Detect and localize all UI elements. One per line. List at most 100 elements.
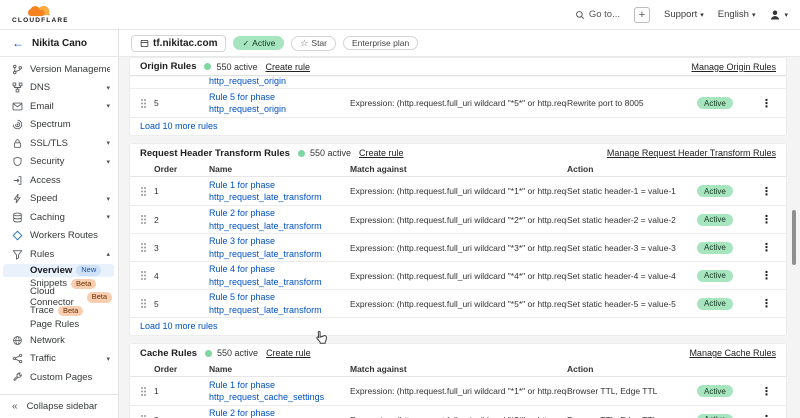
section-title: Cache Rules (140, 348, 197, 359)
kebab-menu-icon[interactable]: ⋮ (761, 385, 772, 398)
rule-order: 3 (154, 243, 209, 253)
kebab-menu-icon[interactable]: ⋮ (761, 97, 772, 110)
sidebar-item-label: Rules (30, 249, 99, 260)
sidebar-subitem-label: Overview (30, 265, 72, 276)
sidebar-item-label: Email (30, 101, 99, 112)
drag-handle-icon[interactable] (141, 243, 146, 252)
page-scrollbar[interactable] (792, 210, 796, 265)
add-button[interactable]: + (634, 7, 650, 23)
kebab-menu-icon[interactable]: ⋮ (761, 185, 772, 198)
drag-handle-icon[interactable] (141, 215, 146, 224)
origin-rules-section: Origin Rules 550 active Create rule Mana… (129, 57, 787, 136)
sidebar-item-dns[interactable]: DNS ▾ (0, 79, 118, 98)
chevron-down-icon: ▾ (784, 11, 788, 19)
kebab-menu-icon[interactable]: ⋮ (761, 213, 772, 226)
manage-origin-rules-link[interactable]: Manage Origin Rules (691, 62, 776, 72)
rule-name-link[interactable]: Rule 5 for phase http_request_late_trans… (209, 291, 350, 315)
support-menu[interactable]: Support ▾ (664, 9, 704, 20)
sidebar-item-security[interactable]: Security ▾ (0, 153, 118, 172)
star-button[interactable]: ☆ Star (291, 36, 336, 51)
sidebar-item-trace[interactable]: Trace Beta (0, 304, 118, 318)
rule-match: Expression: (http.request.full_uri wildc… (350, 386, 567, 396)
language-menu[interactable]: English ▾ (718, 9, 756, 20)
rule-action: Set static header-4 = value-4 (567, 271, 697, 281)
cloudflare-logo[interactable]: CLOUDFLARE (12, 5, 69, 25)
status-badge: Active (697, 385, 733, 397)
collapse-sidebar-button[interactable]: « Collapse sidebar (0, 394, 118, 418)
drag-handle-icon[interactable] (141, 271, 146, 280)
rule-name-line: Rule 3 for phase (209, 235, 350, 247)
wrench-icon (12, 372, 23, 383)
sidebar-item-label: Access (30, 175, 110, 186)
rule-name-link[interactable]: http_request_origin (209, 76, 286, 87)
rule-name-link[interactable]: Rule 5 for phase http_request_origin (209, 91, 350, 115)
sidebar: Version Management DNS ▾ Email ▾ Spectru… (0, 57, 119, 418)
sidebar-item-traffic[interactable]: Traffic ▾ (0, 350, 118, 369)
sidebar-item-email[interactable]: Email ▾ (0, 97, 118, 116)
rule-name-line: http_request_cache_settings (209, 391, 350, 403)
rule-order: 5 (154, 299, 209, 309)
kebab-menu-icon[interactable]: ⋮ (761, 297, 772, 310)
user-icon (769, 9, 781, 21)
sidebar-item-page-rules[interactable]: Page Rules (0, 318, 118, 332)
drag-handle-icon[interactable] (141, 187, 146, 196)
sidebar-subitem-label: Page Rules (30, 319, 79, 330)
drag-handle-icon[interactable] (141, 99, 146, 108)
spectrum-icon (12, 119, 23, 130)
sidebar-item-label: Security (30, 156, 99, 167)
create-rule-link[interactable]: Create rule (266, 62, 311, 72)
create-rule-link[interactable]: Create rule (359, 148, 404, 158)
active-dot-icon (298, 150, 305, 157)
create-rule-link[interactable]: Create rule (266, 348, 311, 358)
table-column-headers: Order Name Match against Action (130, 162, 786, 177)
kebab-menu-icon[interactable]: ⋮ (761, 241, 772, 254)
rule-match: Expression: (http.request.full_uri wildc… (350, 98, 567, 108)
rule-name-link[interactable]: Rule 3 for phase http_request_late_trans… (209, 235, 350, 259)
sidebar-item-version-management[interactable]: Version Management (0, 60, 118, 79)
table-row: 1 Rule 1 for phase http_request_late_tra… (130, 177, 786, 205)
kebab-menu-icon[interactable]: ⋮ (761, 269, 772, 282)
back-arrow-icon[interactable]: ← (12, 36, 24, 50)
rule-name-line: Rule 2 for phase (209, 207, 350, 219)
sidebar-item-overview[interactable]: Overview New (3, 264, 114, 278)
status-badge-label: Active (252, 38, 275, 48)
rule-order: 2 (154, 415, 209, 418)
kebab-menu-icon[interactable]: ⋮ (761, 413, 772, 418)
account-menu[interactable]: ▾ (769, 9, 788, 21)
rule-name-link[interactable]: Rule 1 for phase http_request_late_trans… (209, 179, 350, 203)
cloudflare-logo-text: CLOUDFLARE (12, 18, 69, 25)
rule-match: Expression: (http.request.full_uri wildc… (350, 271, 567, 281)
domain-chip[interactable]: tf.nikitac.com (131, 35, 226, 52)
load-more-rules-link[interactable]: Load 10 more rules (130, 317, 786, 335)
sidebar-item-access[interactable]: Access (0, 171, 118, 190)
chevron-down-icon: ▾ (106, 84, 110, 92)
rule-name-line: http_request_late_transform (209, 248, 350, 260)
load-more-rules-link[interactable]: Load 10 more rules (130, 117, 786, 135)
sidebar-item-workers-routes[interactable]: Workers Routes (0, 227, 118, 246)
account-cell: ← Nikita Cano (0, 30, 119, 57)
manage-cache-rules-link[interactable]: Manage Cache Rules (689, 348, 776, 358)
rule-name-link[interactable]: Rule 2 for phase http_request_late_trans… (209, 207, 350, 231)
star-label: Star (311, 38, 327, 48)
domain-name: tf.nikitac.com (153, 38, 217, 49)
drag-handle-icon[interactable] (141, 299, 146, 308)
manage-transform-rules-link[interactable]: Manage Request Header Transform Rules (607, 148, 776, 158)
rule-name-link[interactable]: Rule 1 for phase http_request_cache_sett… (209, 379, 350, 403)
column-order: Order (154, 164, 209, 174)
sidebar-item-cloud-connector[interactable]: Cloud Connector Beta (0, 291, 118, 305)
sidebar-item-spectrum[interactable]: Spectrum (0, 116, 118, 135)
sidebar-item-caching[interactable]: Caching ▾ (0, 208, 118, 227)
plan-badge-label: Enterprise plan (352, 38, 409, 48)
active-count: 550 active (217, 348, 258, 358)
drag-handle-icon[interactable] (141, 387, 146, 396)
sidebar-item-custom-pages[interactable]: Custom Pages (0, 368, 118, 387)
rule-name-link[interactable]: Rule 4 for phase http_request_late_trans… (209, 263, 350, 287)
sidebar-item-ssl-tls[interactable]: SSL/TLS ▾ (0, 134, 118, 153)
rule-name-link[interactable]: Rule 2 for phase http_request_cache_sett… (209, 407, 350, 418)
sidebar-item-network[interactable]: Network (0, 331, 118, 350)
database-icon (12, 212, 23, 223)
traffic-icon (12, 353, 23, 364)
sidebar-item-speed[interactable]: Speed ▾ (0, 190, 118, 209)
search-input[interactable]: Go to... (575, 9, 620, 20)
sidebar-item-rules[interactable]: Rules ▴ (0, 245, 118, 264)
